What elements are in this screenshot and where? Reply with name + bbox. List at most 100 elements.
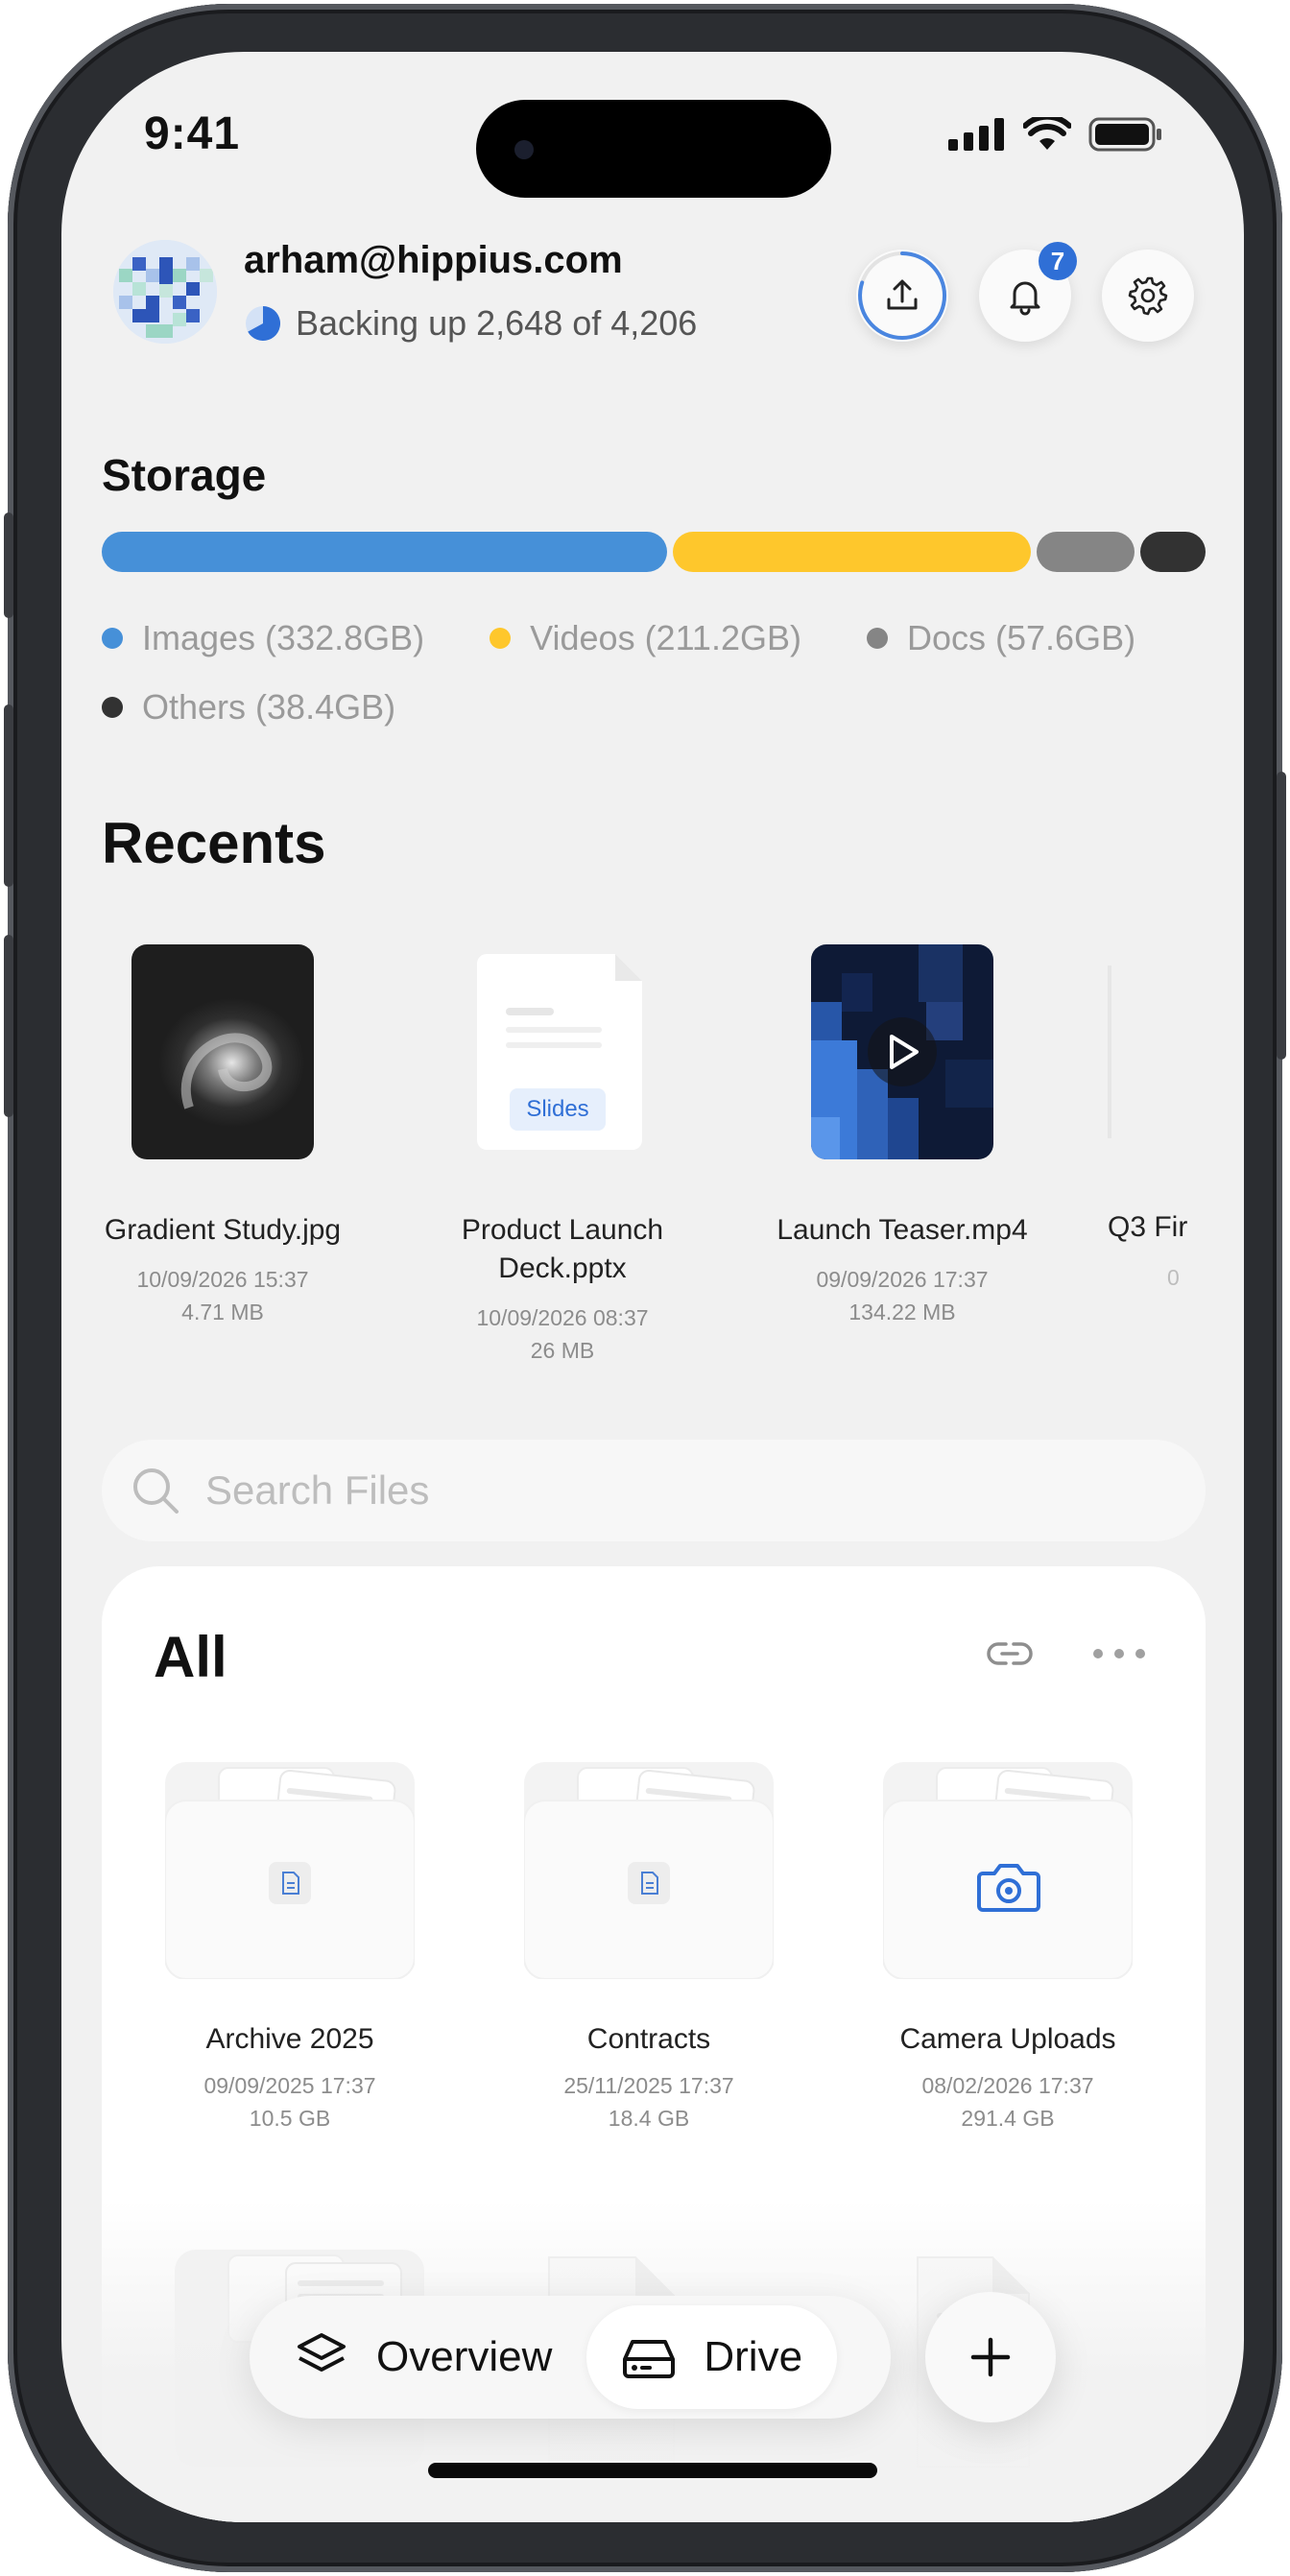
- tab-drive[interactable]: Drive: [586, 2305, 838, 2409]
- link-icon: [987, 1642, 1033, 1665]
- image-thumbnail: [131, 944, 314, 1159]
- recent-file-date: 0: [1167, 1265, 1180, 1290]
- phone-frame: 9:41 arham@hippius.com Backing up 2,648 …: [4, 4, 1286, 2572]
- folder-date: 08/02/2026 17:37: [921, 2073, 1094, 2098]
- storage-title: Storage: [102, 450, 267, 500]
- recent-file-gradient-study[interactable]: Gradient Study.jpg 10/09/2026 15:37 4.71 …: [88, 944, 357, 1328]
- more-options-button[interactable]: [1090, 1630, 1148, 1678]
- volume-up-button: [4, 704, 13, 887]
- storage-segment: [1037, 532, 1135, 572]
- file-thumbnail-edge: [1108, 966, 1111, 1138]
- upload-button[interactable]: [856, 250, 948, 342]
- legend-label: Others (38.4GB): [142, 687, 396, 727]
- recent-file-launch-teaser[interactable]: Launch Teaser.mp4 09/09/2026 17:37 134.22…: [768, 944, 1037, 1328]
- all-files-title: All: [154, 1625, 227, 1689]
- folder-size: 18.4 GB: [608, 2106, 690, 2131]
- recent-file-name: Gradient Study.jpg: [104, 1214, 342, 1246]
- folder-date: 09/09/2025 17:37: [203, 2073, 376, 2098]
- document-icon: [628, 1862, 670, 1904]
- folder-contracts[interactable]: Contracts 25/11/2025 17:37 18.4 GB: [495, 1762, 802, 2135]
- camera-lens: [514, 140, 534, 159]
- storage-legend: Images (332.8GB) Videos (211.2GB) Docs (57…: [102, 618, 1215, 727]
- share-link-button[interactable]: [981, 1630, 1039, 1678]
- recent-file-date: 09/09/2026 17:37: [816, 1267, 989, 1292]
- tab-overview[interactable]: Overview: [259, 2305, 586, 2409]
- status-time: 9:41: [144, 108, 241, 159]
- folder-camera-uploads[interactable]: Camera Uploads 08/02/2026 17:37 291.4 GB: [854, 1762, 1161, 2135]
- storage-usage-bar: [102, 532, 1206, 572]
- bottom-tab-bar: Overview Drive: [250, 2296, 891, 2419]
- recent-file-size: 134.22 MB: [848, 1300, 956, 1324]
- layers-icon: [298, 2333, 346, 2372]
- more-icon: [1093, 1649, 1145, 1658]
- storage-legend-item: Videos (211.2GB): [490, 618, 801, 658]
- legend-dot: [102, 697, 123, 718]
- recent-file-size: 4.71 MB: [181, 1300, 264, 1324]
- legend-label: Docs (57.6GB): [906, 618, 1136, 657]
- storage-segment: [672, 532, 1032, 572]
- add-button[interactable]: [925, 2292, 1056, 2422]
- folder-name: Archive 2025: [205, 2023, 374, 2055]
- backup-status: Backing up 2,648 of 4,206: [244, 303, 697, 344]
- user-email: arham@hippius.com: [244, 239, 623, 281]
- wifi-icon: [1023, 117, 1071, 150]
- status-icons: [948, 117, 1163, 152]
- search-bar[interactable]: [102, 1440, 1206, 1541]
- notification-badge: 7: [1039, 242, 1077, 280]
- folder-icon: [882, 1762, 1134, 1980]
- plus-icon: [970, 2337, 1011, 2377]
- folder-name: Contracts: [586, 2023, 711, 2055]
- recent-file-name: Product Launch Deck.pptx: [461, 1214, 664, 1284]
- upload-progress-ring: [858, 251, 947, 340]
- folder-archive-2025[interactable]: Archive 2025 09/09/2025 17:37 10.5 GB: [136, 1762, 443, 2135]
- backup-status-text: Backing up 2,648 of 4,206: [296, 303, 698, 343]
- volume-down-button: [4, 935, 13, 1117]
- screen: 9:41 arham@hippius.com Backing up 2,648 …: [61, 52, 1244, 2522]
- folder-name: Camera Uploads: [899, 2023, 1116, 2055]
- folder-date: 25/11/2025 17:37: [563, 2073, 734, 2098]
- notifications-button[interactable]: 7: [979, 242, 1077, 342]
- slides-tag: Slides: [510, 1088, 606, 1131]
- battery-icon: [1088, 117, 1161, 152]
- folder-icon: [523, 1762, 775, 1980]
- storage-legend-item: Others (38.4GB): [102, 687, 395, 727]
- recent-file-q3-clipped[interactable]: Q3 Fir 0: [1108, 944, 1244, 1328]
- backup-progress-icon: [246, 306, 281, 341]
- search-input[interactable]: [205, 1467, 1069, 1514]
- gear-icon: [1128, 276, 1168, 316]
- cellular-signal-icon: [948, 118, 1004, 151]
- power-button: [1277, 772, 1286, 1060]
- folder-size: 10.5 GB: [249, 2106, 331, 2131]
- settings-button[interactable]: [1102, 250, 1194, 342]
- legend-dot: [490, 628, 512, 649]
- dynamic-island: [476, 100, 831, 198]
- folder-icon: [164, 1762, 416, 1980]
- recents-title: Recents: [102, 811, 326, 875]
- storage-legend-item: Images (332.8GB): [102, 618, 424, 658]
- action-button: [4, 513, 13, 618]
- avatar[interactable]: [113, 240, 217, 344]
- recent-file-size: 26 MB: [530, 1338, 595, 1363]
- slides-thumbnail: Slides: [471, 944, 654, 1159]
- storage-segment: [1140, 532, 1206, 572]
- recent-file-date: 10/09/2026 15:37: [136, 1267, 309, 1292]
- recent-file-name: Q3 Fir: [1108, 1211, 1188, 1243]
- recent-file-date: 10/09/2026 08:37: [476, 1305, 649, 1330]
- storage-legend-item: Docs (57.6GB): [866, 618, 1136, 658]
- search-icon: [133, 1468, 179, 1514]
- legend-label: Images (332.8GB): [142, 618, 425, 657]
- document-icon: [269, 1862, 311, 1904]
- home-indicator: [428, 2463, 877, 2478]
- bell-icon: [1010, 281, 1040, 316]
- legend-dot: [866, 628, 888, 649]
- storage-segment: [102, 532, 667, 572]
- legend-label: Videos (211.2GB): [530, 618, 801, 657]
- recent-file-product-launch[interactable]: Slides Product Launch Deck.pptx 10/09/20…: [428, 944, 697, 1367]
- video-thumbnail: [811, 944, 993, 1159]
- tab-drive-label: Drive: [704, 2333, 803, 2380]
- recent-file-name: Launch Teaser.mp4: [776, 1214, 1028, 1246]
- folder-size: 291.4 GB: [961, 2106, 1055, 2131]
- camera-icon: [977, 1864, 1040, 1912]
- tab-overview-label: Overview: [376, 2333, 553, 2380]
- legend-dot: [102, 628, 123, 649]
